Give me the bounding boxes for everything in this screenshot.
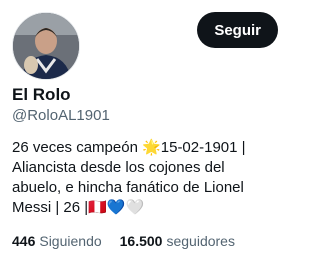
followers-link[interactable]: 16.500 seguidores	[120, 232, 235, 250]
following-link[interactable]: 446 Siguiendo	[12, 232, 102, 250]
profile-bio: 26 veces campeón 🌟15-02-1901 | Aliancist…	[12, 139, 246, 216]
profile-stats: 446 Siguiendo 16.500 seguidores	[12, 232, 235, 250]
following-label: Siguiendo	[39, 233, 102, 249]
followers-label: seguidores	[166, 233, 235, 249]
follow-button[interactable]: Seguir	[197, 12, 278, 48]
user-handle: @RoloAL1901	[12, 107, 110, 124]
avatar[interactable]	[12, 12, 80, 80]
following-count: 446	[12, 233, 36, 249]
followers-count: 16.500	[119, 233, 163, 249]
display-name: El Rolo	[12, 85, 71, 104]
avatar-image	[13, 13, 79, 79]
